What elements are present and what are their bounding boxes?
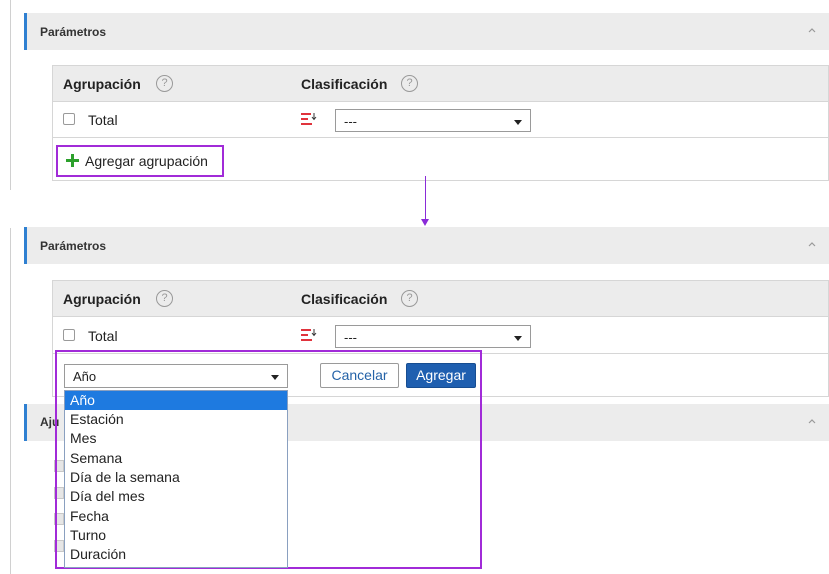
grouping-options-list[interactable]: Año Estación Mes Semana Día de la semana…: [64, 390, 288, 568]
option-day-of-month[interactable]: Día del mes: [65, 487, 287, 506]
caret-down-icon: [514, 120, 522, 125]
caret-down-icon: [514, 336, 522, 341]
panel-title: Parámetros: [40, 25, 107, 39]
classification-select[interactable]: ---: [335, 109, 531, 132]
table-row: Total ---: [53, 318, 828, 354]
chevron-up-icon[interactable]: [807, 416, 817, 426]
select-value: ---: [344, 114, 357, 129]
parameters-panel-header[interactable]: Parámetros: [24, 13, 829, 50]
sort-descending-icon[interactable]: [301, 112, 317, 126]
row-label: Total: [88, 328, 118, 344]
cancel-button[interactable]: Cancelar: [320, 363, 399, 388]
chevron-up-icon[interactable]: [807, 25, 817, 35]
table-header: Agrupación ? Clasificación ?: [53, 66, 828, 102]
option-shift[interactable]: Turno: [65, 526, 287, 545]
sort-descending-icon[interactable]: [301, 328, 317, 342]
add-grouping-button[interactable]: Agregar agrupación: [56, 145, 224, 177]
help-icon[interactable]: ?: [156, 290, 173, 307]
table-header: Agrupación ? Clasificación ?: [53, 281, 828, 317]
left-guide-line: [10, 228, 11, 574]
help-icon[interactable]: ?: [156, 75, 173, 92]
plus-icon: [66, 154, 79, 167]
classification-select[interactable]: ---: [335, 325, 531, 348]
grouping-type-select[interactable]: Año: [64, 364, 288, 388]
option-season[interactable]: Estación: [65, 410, 287, 429]
add-grouping-label: Agregar agrupación: [85, 153, 208, 169]
caret-down-icon: [271, 375, 279, 380]
arrow-down-icon: [421, 219, 429, 226]
panel-title: Parámetros: [40, 239, 107, 253]
option-month[interactable]: Mes: [65, 429, 287, 448]
grouping-header: Agrupación: [63, 291, 141, 307]
help-icon[interactable]: ?: [401, 290, 418, 307]
total-checkbox[interactable]: [63, 113, 75, 125]
left-guide-line: [10, 0, 11, 190]
classification-header: Clasificación: [301, 76, 388, 92]
option-duration[interactable]: Duración: [65, 545, 287, 564]
option-date[interactable]: Fecha: [65, 507, 287, 526]
classification-header: Clasificación: [301, 291, 388, 307]
chevron-up-icon[interactable]: [807, 239, 817, 249]
help-icon[interactable]: ?: [401, 75, 418, 92]
option-week[interactable]: Semana: [65, 449, 287, 468]
add-button[interactable]: Agregar: [406, 363, 476, 388]
table-row: Total ---: [53, 102, 828, 138]
select-value: ---: [344, 330, 357, 345]
option-day-of-week[interactable]: Día de la semana: [65, 468, 287, 487]
grouping-header: Agrupación: [63, 76, 141, 92]
parameters-panel-header[interactable]: Parámetros: [24, 227, 829, 264]
flow-arrow-line: [425, 176, 426, 221]
option-year[interactable]: Año: [65, 391, 287, 410]
select-value: Año: [73, 369, 97, 384]
total-checkbox[interactable]: [63, 329, 75, 341]
row-label: Total: [88, 112, 118, 128]
